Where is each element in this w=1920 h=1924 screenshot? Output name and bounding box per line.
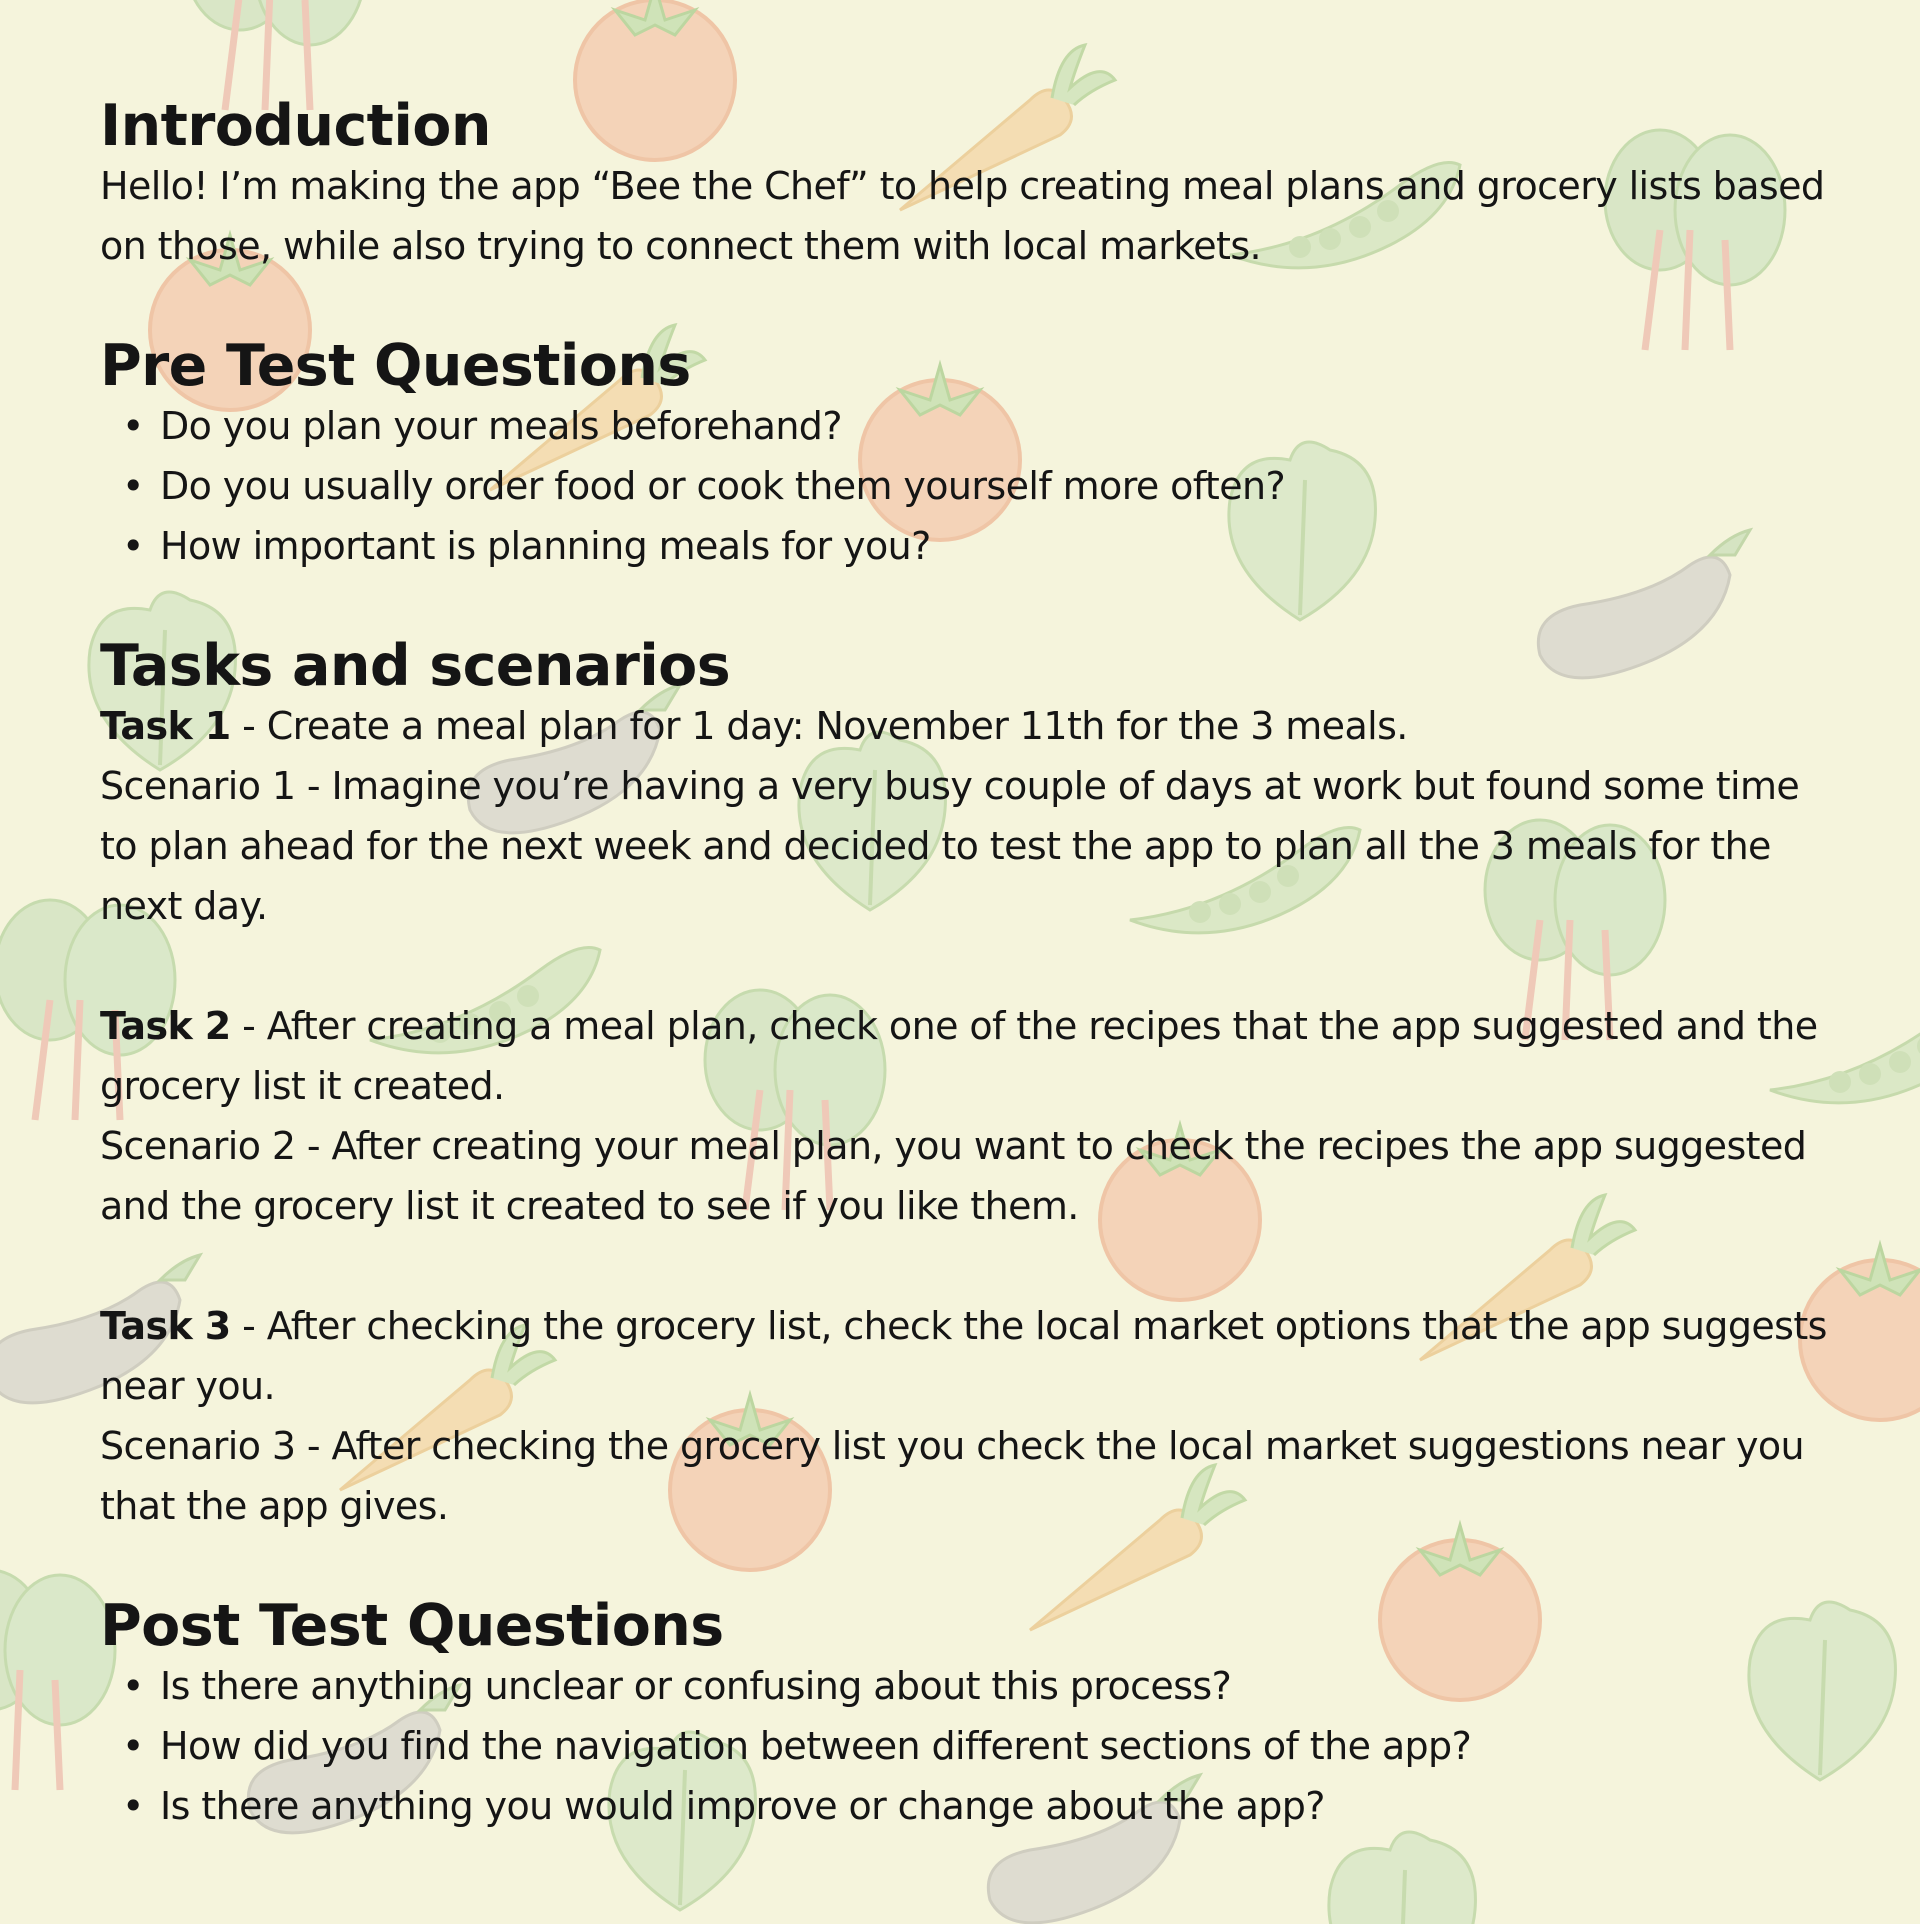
post-test-question: Is there anything unclear or confusing a… <box>160 1664 1232 1708</box>
list-item: • Do you usually order food or cook them … <box>100 456 1840 516</box>
lettuce-icon <box>1326 1830 1478 1924</box>
task-gap <box>100 1236 1840 1296</box>
pre-test-question: How important is planning meals for you? <box>160 524 931 568</box>
pre-test-question: Do you plan your meals beforehand? <box>160 404 843 448</box>
introduction-heading: Introduction <box>100 93 491 159</box>
bullet-icon: • <box>122 404 144 448</box>
task-gap <box>100 936 1840 996</box>
post-test-question: How did you find the navigation between … <box>160 1724 1472 1768</box>
list-item: • How important is planning meals for you… <box>100 516 1840 576</box>
task-label: Task 3 <box>100 1304 231 1348</box>
tasks-section: Tasks and scenarios Task 1 - Create a me… <box>100 636 1840 1536</box>
post-test-heading: Post Test Questions <box>100 1593 724 1659</box>
task-text: - After creating a meal plan, check one … <box>100 1004 1818 1108</box>
task-3: Task 3 - After checking the grocery list… <box>100 1296 1840 1416</box>
list-item: • How did you find the navigation between… <box>100 1716 1840 1776</box>
bullet-icon: • <box>122 464 144 508</box>
scenario-3: Scenario 3 - After checking the grocery … <box>100 1424 1805 1528</box>
bullet-icon: • <box>122 1664 144 1708</box>
scenario-1: Scenario 1 - Imagine you’re having a ver… <box>100 764 1800 928</box>
list-item: • Is there anything unclear or confusing … <box>100 1656 1840 1716</box>
spinach-icon <box>0 1570 115 1790</box>
scenario-2: Scenario 2 - After creating your meal pl… <box>100 1124 1807 1228</box>
introduction-text: Hello! I’m making the app “Bee the Chef”… <box>100 164 1825 268</box>
usability-test-document: Introduction Hello! I’m making the app “… <box>100 96 1840 1836</box>
task-1: Task 1 - Create a meal plan for 1 day: N… <box>100 696 1840 756</box>
post-test-question-list: • Is there anything unclear or confusing … <box>100 1656 1840 1836</box>
task-label: Task 2 <box>100 1004 231 1048</box>
post-test-question: Is there anything you would improve or c… <box>160 1784 1325 1828</box>
list-item: • Do you plan your meals beforehand? <box>100 396 1840 456</box>
bullet-icon: • <box>122 524 144 568</box>
post-test-section: Post Test Questions • Is there anything u… <box>100 1596 1840 1836</box>
list-item: • Is there anything you would improve or … <box>100 1776 1840 1836</box>
task-label: Task 1 <box>100 704 231 748</box>
bullet-icon: • <box>122 1724 144 1768</box>
pre-test-section: Pre Test Questions • Do you plan your mea… <box>100 336 1840 576</box>
pre-test-question: Do you usually order food or cook them y… <box>160 464 1286 508</box>
introduction-section: Introduction Hello! I’m making the app “… <box>100 96 1840 276</box>
task-2: Task 2 - After creating a meal plan, che… <box>100 996 1840 1116</box>
task-text: - After checking the grocery list, check… <box>100 1304 1827 1408</box>
bullet-icon: • <box>122 1784 144 1828</box>
pre-test-heading: Pre Test Questions <box>100 333 691 399</box>
task-text: - Create a meal plan for 1 day: November… <box>230 704 1408 748</box>
pre-test-question-list: • Do you plan your meals beforehand? • Do … <box>100 396 1840 576</box>
tasks-heading: Tasks and scenarios <box>100 633 731 699</box>
